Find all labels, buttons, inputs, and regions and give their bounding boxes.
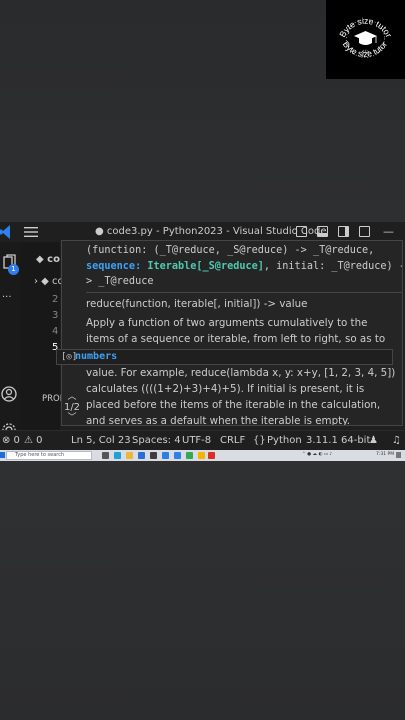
notification-badge: 1	[8, 264, 19, 275]
mail-icon[interactable]	[162, 452, 169, 459]
menu-icon[interactable]	[24, 226, 38, 238]
taskbar-search-input[interactable]: Type here to search	[6, 451, 92, 460]
app-icon[interactable]	[198, 452, 205, 459]
system-tray: ⌃ ● ☁ ◐ ▭ ♪ 7:31 PM	[302, 451, 402, 460]
encoding[interactable]: UTF-8	[182, 435, 211, 446]
indentation[interactable]: Spaces: 4	[132, 435, 181, 446]
chevron-down-icon[interactable]: ﹀	[61, 414, 83, 423]
cursor-position[interactable]: Ln 5, Col 23	[71, 435, 131, 446]
signature-line: , initial: _T@reduce) -	[263, 260, 403, 272]
customize-layout-icon[interactable]	[359, 226, 370, 237]
hover-documentation-popup: (function: (_T@reduce, _S@reduce) -> _T@…	[61, 240, 403, 426]
divider	[86, 292, 402, 293]
windows-taskbar: Type here to search ⌃ ● ☁ ◐ ▭ ♪ 7:31 PM	[0, 450, 405, 461]
toggle-secondary-sidebar-icon[interactable]	[338, 226, 349, 237]
vscode-taskbar-icon[interactable]	[174, 452, 181, 459]
explorer-row[interactable]: ◆ co	[36, 254, 60, 265]
signature-line: (function: (_T@reduce, _S@reduce) -> _T@…	[86, 245, 375, 256]
line-number: 4	[52, 326, 59, 337]
chevron-up-icon[interactable]: ︿	[61, 393, 83, 402]
braces-icon: {}	[253, 435, 266, 446]
suggestion-label: numbers	[75, 351, 118, 362]
clock[interactable]: 7:31 PM	[376, 452, 394, 457]
line-ending[interactable]: CRLF	[220, 435, 245, 446]
toggle-panel-icon[interactable]	[317, 226, 328, 237]
toggle-sidebar-icon[interactable]	[296, 226, 307, 237]
feedback-icon[interactable]: ♟	[369, 435, 378, 446]
line-number: 3	[52, 310, 59, 321]
notifications-icon[interactable]	[396, 452, 401, 458]
file-explorer-icon[interactable]	[126, 452, 133, 459]
signature-line: > _T@reduce	[86, 276, 154, 287]
errors-indicator[interactable]: ⊗ 0	[2, 435, 20, 446]
graduation-cap-icon: Byte size tutor Byte size tutor </>	[337, 16, 394, 59]
explorer-panel: ◆ co › ◆ co 2 3 4 5 PROB	[20, 242, 66, 448]
function-signature: (function: (_T@reduce, _S@reduce) -> _T@…	[86, 243, 402, 290]
more-icon[interactable]: ···	[2, 292, 12, 303]
title-bar: ● code3.py - Python2023 - Visual Studio …	[0, 222, 405, 242]
byte-size-tutor-logo: Byte size tutor Byte size tutor </>	[326, 0, 405, 79]
edge-icon[interactable]	[114, 452, 121, 459]
doc-signature: reduce(function, iterable[, initial]) ->…	[86, 298, 308, 310]
signature-paging: ︿ 1/2 ﹀	[61, 393, 83, 425]
suggestion-item[interactable]: [◎] numbers	[56, 349, 393, 365]
notifications-bell-icon[interactable]: ♫	[392, 435, 401, 446]
window-title: ● code3.py - Python2023 - Visual Studio …	[95, 226, 327, 237]
param-type: Iterable[_S@reduce]	[147, 260, 264, 272]
doc-paragraph: value. For example, reduce(lambda x, y: …	[86, 367, 396, 426]
minimize-icon[interactable]: —	[383, 225, 394, 238]
warnings-indicator[interactable]: ⚠ 0	[24, 435, 43, 446]
task-view-icon[interactable]	[102, 452, 109, 459]
start-icon[interactable]	[0, 452, 5, 458]
account-icon[interactable]	[1, 386, 17, 402]
python-interpreter[interactable]: 3.11.1 64-bit	[306, 435, 370, 446]
svg-text:</>: </>	[362, 49, 370, 54]
search-placeholder: Type here to search	[15, 452, 65, 458]
vscode-logo-icon	[0, 225, 10, 239]
app-icon[interactable]	[186, 452, 193, 459]
store-icon[interactable]	[138, 452, 145, 459]
tray-icons[interactable]: ⌃ ● ☁ ◐ ▭ ♪	[302, 452, 332, 457]
status-bar: ⊗ 0 ⚠ 0 Ln 5, Col 23 Spaces: 4 UTF-8 CRL…	[0, 430, 405, 450]
language-mode[interactable]: Python	[267, 435, 302, 446]
app-icon[interactable]	[150, 452, 157, 459]
explorer-row[interactable]: › ◆ co	[34, 276, 64, 287]
chrome-icon[interactable]	[208, 452, 215, 459]
line-number: 2	[52, 294, 59, 305]
param-keyword: sequence:	[86, 260, 142, 272]
activity-bar: 1 ···	[0, 242, 20, 437]
